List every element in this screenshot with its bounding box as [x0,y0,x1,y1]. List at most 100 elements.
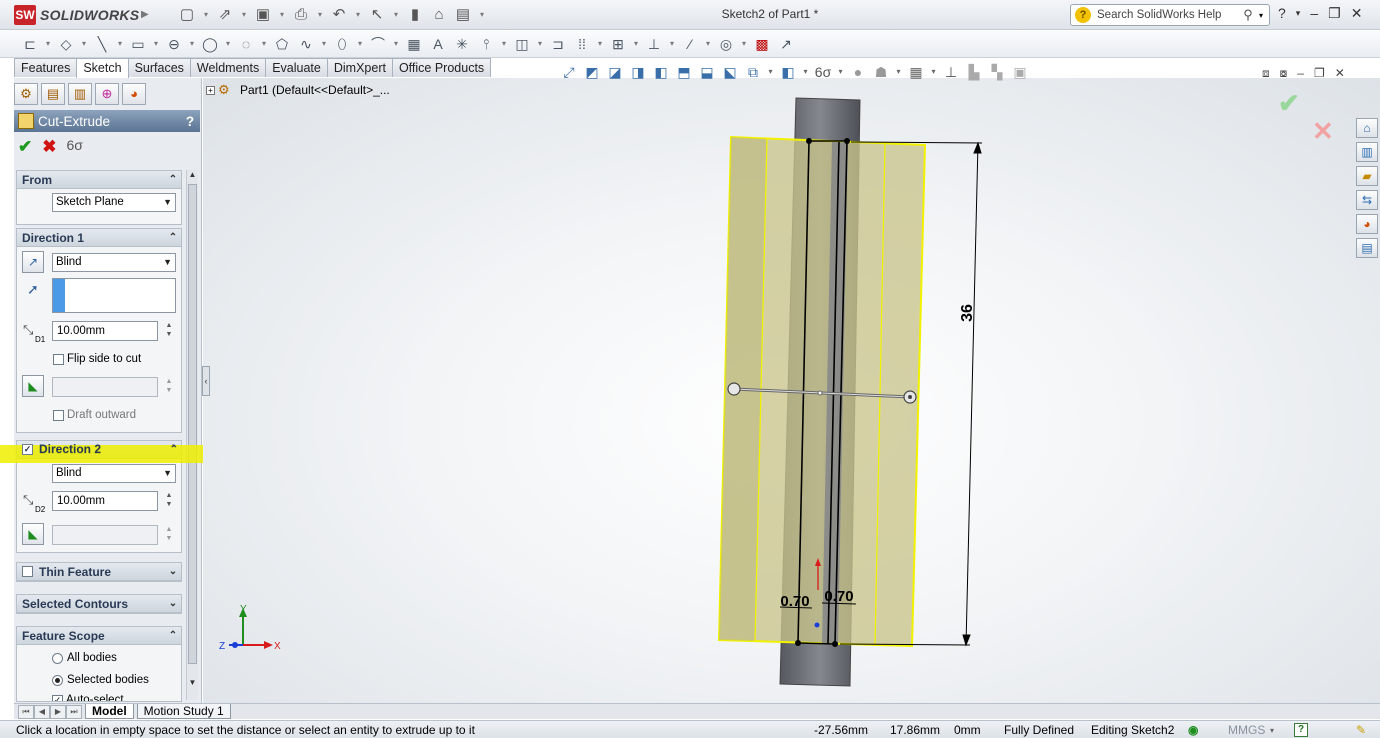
viewport-minimize-icon[interactable]: – [1297,66,1304,81]
select-dropdown-icon[interactable]: ▾ [392,6,400,24]
top-view-icon[interactable]: ⬒ [675,63,693,81]
thin-feature-checkbox[interactable] [22,566,33,577]
flip-side-checkbox-box[interactable] [53,353,64,365]
dimension-right-label[interactable]: 0.70 [824,588,853,605]
all-bodies-radio-dot[interactable] [52,652,63,664]
collapse-chevron-icon[interactable]: ⌃ [165,232,181,243]
flyout-feature-tree[interactable]: + ⚙ Part1 (Default<<Default>_... [206,82,390,98]
solidworks-resources-icon[interactable]: ⌂ [1356,118,1378,138]
display-relations-icon[interactable]: ⊥ [644,34,664,54]
tab-motion-study-1[interactable]: Motion Study 1 [136,704,231,719]
direction2-checkbox-overlay[interactable]: ✓ [22,443,33,455]
arc-dropdown-icon[interactable]: ▾ [260,34,268,54]
previous-tab-icon[interactable]: ◀ [34,704,50,719]
offset-entities-icon[interactable]: ⊐ [548,34,568,54]
edit-appearance-icon[interactable]: ● [849,63,867,81]
dimension-left-label[interactable]: 0.70 [780,593,809,610]
new-dropdown-icon[interactable]: ▾ [202,6,210,24]
status-help-icon[interactable]: ? [1294,723,1308,737]
options-icon[interactable]: ▤ [454,6,472,24]
dimxpert-manager-tab-icon[interactable]: ⊕ [95,83,119,105]
search-dropdown-icon[interactable]: ▾ [1259,11,1269,20]
fillet-dropdown-icon[interactable]: ▾ [392,34,400,54]
sketch-point[interactable] [795,640,801,646]
apply-scene-icon[interactable]: ☗ [872,63,890,81]
from-group-header[interactable]: From ⌃ [17,171,181,189]
line-icon[interactable]: ╲ [92,34,112,54]
ellipse-dropdown-icon[interactable]: ▾ [356,34,364,54]
feature-scope-group-header[interactable]: Feature Scope ⌃ [17,627,181,645]
trim-dropdown-icon[interactable]: ▾ [500,34,508,54]
sketch-icon[interactable]: ⊏ [20,34,40,54]
arc-icon[interactable]: ◌ [236,34,256,54]
expand-chevron-icon[interactable]: ⌄ [165,598,181,609]
selected-bodies-radio-dot[interactable] [52,674,63,686]
scroll-up-icon[interactable]: ▲ [187,170,198,179]
undo-icon[interactable]: ↶ [330,6,348,24]
isometric-view-icon[interactable]: ⬕ [721,63,739,81]
collapse-chevron-icon[interactable]: ⌃ [166,444,182,455]
viewport-restore-icon[interactable]: ❐ [1314,66,1325,81]
status-units[interactable]: MMGS [1228,723,1265,737]
tab-dimxpert[interactable]: DimXpert [326,58,393,77]
repair-sketch-icon[interactable]: ⁄ [680,34,700,54]
minimize-icon[interactable]: – [1310,5,1318,22]
display-manager-tab-icon[interactable]: ◕ [122,83,146,105]
left-view-icon[interactable]: ◨ [629,63,647,81]
repair-dropdown-icon[interactable]: ▾ [704,34,712,54]
cancel-x-icon[interactable]: ✖ [42,137,56,157]
thin-feature-group-header[interactable]: Thin Feature ⌄ [17,563,181,581]
help-menu-icon[interactable]: ? [1278,5,1286,22]
search-icon[interactable]: ⚲ [1237,7,1259,23]
menu-flyout-arrow-icon[interactable]: ▶ [141,6,151,24]
depth-spinner-icon[interactable]: ▲ ▼ [164,321,174,341]
display-style-dropdown-icon[interactable]: ▾ [802,63,809,81]
print-dropdown-icon[interactable]: ▾ [316,6,324,24]
save-icon[interactable]: ▣ [254,6,272,24]
display-style-icon[interactable]: ◧ [779,63,797,81]
selected-contours-group-header[interactable]: Selected Contours ⌄ [17,595,181,613]
quick-snaps-icon[interactable]: ◎ [716,34,736,54]
reverse-direction-icon[interactable]: ↗ [22,251,44,273]
sketch-point[interactable] [844,138,850,144]
dimension-dropdown-icon[interactable]: ▾ [80,34,88,54]
linear-pattern-icon[interactable]: ⁞⁞ [572,34,592,54]
expand-tree-icon[interactable]: + [206,85,215,95]
rectangle-dropdown-icon[interactable]: ▾ [152,34,160,54]
convert-dropdown-icon[interactable]: ▾ [536,34,544,54]
point-icon[interactable]: ✳ [452,34,472,54]
front-view-icon[interactable]: ◩ [583,63,601,81]
direction2-end-condition-select[interactable]: Blind ▼ [52,464,176,483]
bottom-view-icon[interactable]: ⬓ [698,63,716,81]
help-menu-dropdown-icon[interactable]: ▾ [1296,5,1301,22]
appearances-icon[interactable]: ◕ [1356,214,1378,234]
search-box[interactable]: ? Search SolidWorks Help ⚲ ▾ [1070,4,1270,26]
tab-features[interactable]: Features [14,58,78,77]
units-dropdown-icon[interactable]: ▾ [1270,726,1274,735]
polygon-icon[interactable]: ⬠ [272,34,292,54]
model-canvas[interactable]: 36 0.70 0.70 [700,90,1000,695]
restore-icon[interactable]: ❐ [1328,5,1341,22]
view-orientation-icon[interactable]: ⧉ [744,63,762,81]
solidworks-logo[interactable]: SW SOLIDWORKS [14,5,139,25]
custom-properties-icon[interactable]: ▤ [1356,238,1378,258]
view-3d-alt-icon[interactable]: ▚ [988,63,1006,81]
spline-icon[interactable]: ∿ [296,34,316,54]
collapse-chevron-icon[interactable]: ⌃ [165,630,181,641]
selected-bodies-radio[interactable]: Selected bodies [52,674,149,686]
open-document-icon[interactable]: ⇗ [216,6,234,24]
flip-side-to-cut-checkbox[interactable]: Flip side to cut [53,353,141,365]
save-dropdown-icon[interactable]: ▾ [278,6,286,24]
plane-icon[interactable]: ▦ [404,34,424,54]
section-view-icon[interactable]: ⊥ [942,63,960,81]
chevron-down-icon[interactable]: ▼ [163,465,172,482]
right-view-icon[interactable]: ◧ [652,63,670,81]
tab-sketch[interactable]: Sketch [76,58,129,79]
direction1-vector-selection-box[interactable] [52,278,176,313]
ellipse-icon[interactable]: ⬯ [332,34,352,54]
rebuild-status-icon[interactable]: ◉ [1188,723,1198,737]
slot-dropdown-icon[interactable]: ▾ [188,34,196,54]
auto-select-checkbox[interactable]: ✓ Auto-select [52,694,124,701]
view-3d-icon[interactable]: ▙ [965,63,983,81]
tab-office-products[interactable]: Office Products [391,58,492,77]
